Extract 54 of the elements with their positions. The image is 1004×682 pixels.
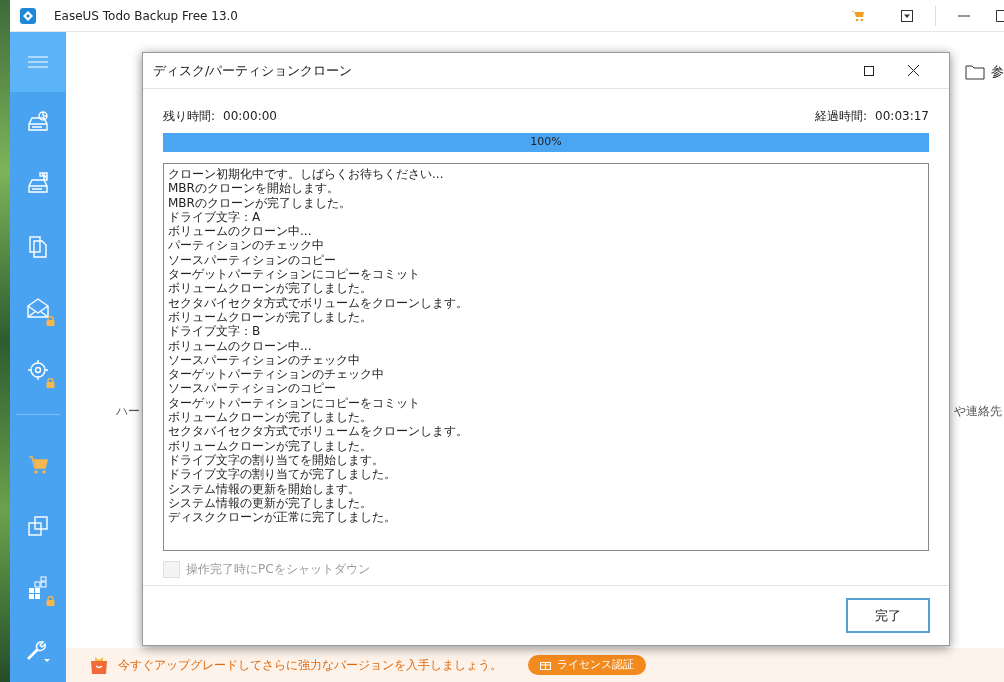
log-line: ドライブ文字：B: [168, 324, 262, 339]
log-line: ターゲットパーティションにコピーをコミット: [168, 395, 421, 411]
log-line: ボリュームクローンが完了しました。: [168, 309, 373, 325]
upgrade-text: 今すぐアップグレードしてさらに強力なバージョンを入手しましょう。: [118, 657, 502, 674]
log-line: ソースパーティションのコピー: [168, 381, 337, 396]
log-line: ドライブ文字の割り当てを開始します。: [168, 452, 385, 468]
menu-icon[interactable]: [28, 56, 48, 68]
dialog-title: ディスク/パーティションクローン: [153, 61, 353, 80]
log-line: ボリュームクローンが完了しました。: [168, 438, 373, 453]
log-line: システム情報の更新が完了しました。: [168, 495, 373, 511]
remaining-time-label: 残り時間:: [163, 108, 216, 125]
window-title: EaseUS Todo Backup Free 13.0: [54, 7, 238, 25]
log-line: ターゲットパーティションにコピーをコミット: [168, 267, 421, 282]
folder-icon[interactable]: [965, 63, 985, 80]
log-line: パーティションのチェック中: [168, 238, 325, 253]
dropdown-icon[interactable]: [901, 9, 913, 22]
shopping-bag-icon: [90, 655, 108, 675]
log-line: ソースパーティションのチェック中: [168, 352, 361, 368]
app-logo-icon: [20, 7, 36, 24]
close-icon[interactable]: [908, 65, 919, 76]
lock-icon: [46, 316, 55, 326]
elapsed-time-value: 00:03:17: [875, 108, 929, 125]
log-line: ボリュームクローンが完了しました。: [168, 410, 373, 425]
log-line: ソースパーティションのコピー: [168, 252, 337, 268]
remaining-time-value: 00:00:00: [223, 108, 277, 125]
browse-label: 参: [991, 63, 1004, 81]
shutdown-label: 操作完了時にPCをシャットダウン: [186, 561, 370, 578]
feature-label: ハー: [116, 403, 140, 420]
elapsed-time-label: 経過時間:: [815, 108, 868, 125]
progress-text: 100%: [529, 134, 563, 151]
wrench-icon: [25, 638, 51, 664]
log-line: ボリュームのクローン中...: [168, 224, 312, 239]
wrench-button[interactable]: [25, 638, 51, 664]
log-line: ボリュームクローンが完了しました。: [168, 281, 373, 296]
maximize-icon[interactable]: [996, 9, 1004, 22]
lock-icon: [46, 596, 55, 606]
log-line: ドライブ文字：A: [168, 209, 262, 225]
gift-icon: [540, 660, 551, 670]
lock-icon: [46, 378, 55, 388]
log-line: システム情報の更新を開始します。: [168, 481, 361, 496]
finish-button[interactable]: 完了: [846, 598, 930, 633]
log-line: MBRのクローンを開始します。: [168, 181, 340, 196]
log-line: MBRのクローンが完了しました。: [168, 195, 352, 210]
log-line: ドライブ文字の割り当てが完了しました。: [168, 467, 397, 482]
maximize-icon[interactable]: [864, 65, 874, 76]
log-line: セクタバイセクタ方式でボリュームをクローンします。: [168, 295, 469, 310]
log-line: ターゲットパーティションのチェック中: [168, 367, 385, 382]
log-line: ボリュームのクローン中...: [168, 338, 313, 353]
log-line: クローン初期化中です。しばらくお待ちください...: [168, 167, 445, 182]
log-line: セクタバイセクタ方式でボリュームをクローンします。: [168, 424, 469, 439]
minimize-icon[interactable]: [958, 14, 970, 17]
feature-label: や連絡先: [954, 403, 1002, 420]
log-line: ディスククローンが正常に完了しました。: [168, 510, 397, 525]
cart-icon[interactable]: [851, 9, 865, 22]
